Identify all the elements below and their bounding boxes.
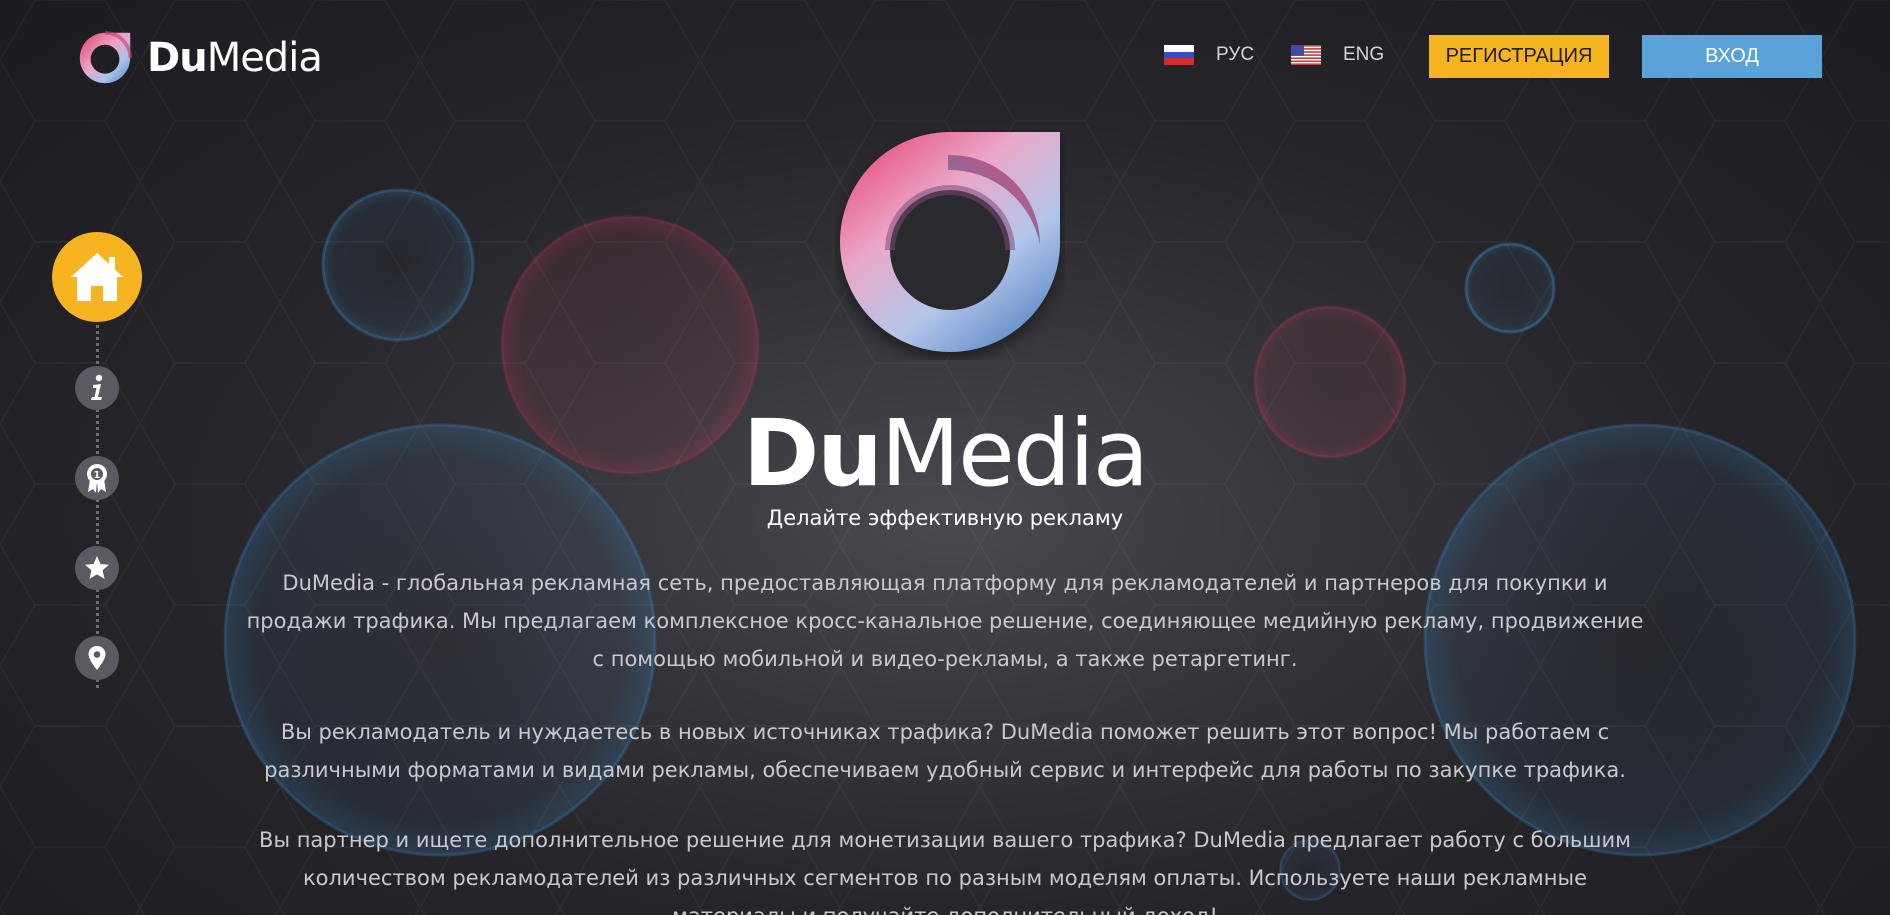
logo-wordmark: DuMedia <box>147 35 323 81</box>
intro-paragraph: DuMedia - глобальная рекламная сеть, пре… <box>246 571 1644 671</box>
usa-flag-icon <box>1291 45 1321 65</box>
hero-title: DuMedia <box>0 404 1890 504</box>
dumedia-ring-logo-icon <box>79 31 132 84</box>
nav-location-button[interactable] <box>75 636 119 680</box>
header-logo[interactable]: DuMedia <box>75 28 323 88</box>
language-ru-link[interactable]: РУС <box>1164 44 1254 66</box>
home-icon <box>71 253 123 301</box>
hero-title-regular: Media <box>880 400 1149 507</box>
hero-ring-logo-icon <box>840 132 1060 352</box>
location-pin-icon <box>88 646 106 670</box>
info-icon <box>91 374 103 400</box>
language-en-link[interactable]: ENG <box>1291 44 1384 66</box>
landing-page: DuMedia РУС ENG РЕГИСТРАЦИЯ ВХОД 1 DuMed… <box>0 0 1890 915</box>
language-en-label: ENG <box>1343 44 1385 65</box>
nav-home-button[interactable] <box>52 232 142 322</box>
advertiser-paragraph: Вы рекламодатель и нуждаетесь в новых ис… <box>264 720 1626 782</box>
hero-subtitle: Делайте эффективную рекламу <box>766 506 1124 530</box>
hero-title-bold: Du <box>742 400 883 507</box>
star-icon <box>85 556 109 579</box>
login-button[interactable]: ВХОД <box>1642 35 1822 78</box>
logo-wordmark-regular: Media <box>206 35 323 81</box>
language-ru-label: РУС <box>1216 44 1255 65</box>
logo-wordmark-bold: Du <box>147 35 208 81</box>
partner-paragraph: Вы партнер и ищете дополнительное решени… <box>259 828 1631 915</box>
russia-flag-icon <box>1164 45 1194 65</box>
register-button[interactable]: РЕГИСТРАЦИЯ <box>1429 35 1609 78</box>
nav-star-button[interactable] <box>75 546 119 590</box>
